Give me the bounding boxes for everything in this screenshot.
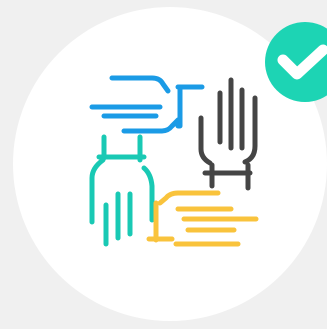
verified-badge bbox=[265, 22, 327, 102]
yellow-hand-icon bbox=[146, 190, 259, 247]
icon-canvas bbox=[0, 0, 327, 329]
teal-hand-icon bbox=[89, 134, 155, 247]
dark-hand-icon bbox=[198, 77, 258, 191]
checkmark-icon bbox=[277, 44, 327, 80]
blue-hand-icon bbox=[89, 75, 205, 134]
